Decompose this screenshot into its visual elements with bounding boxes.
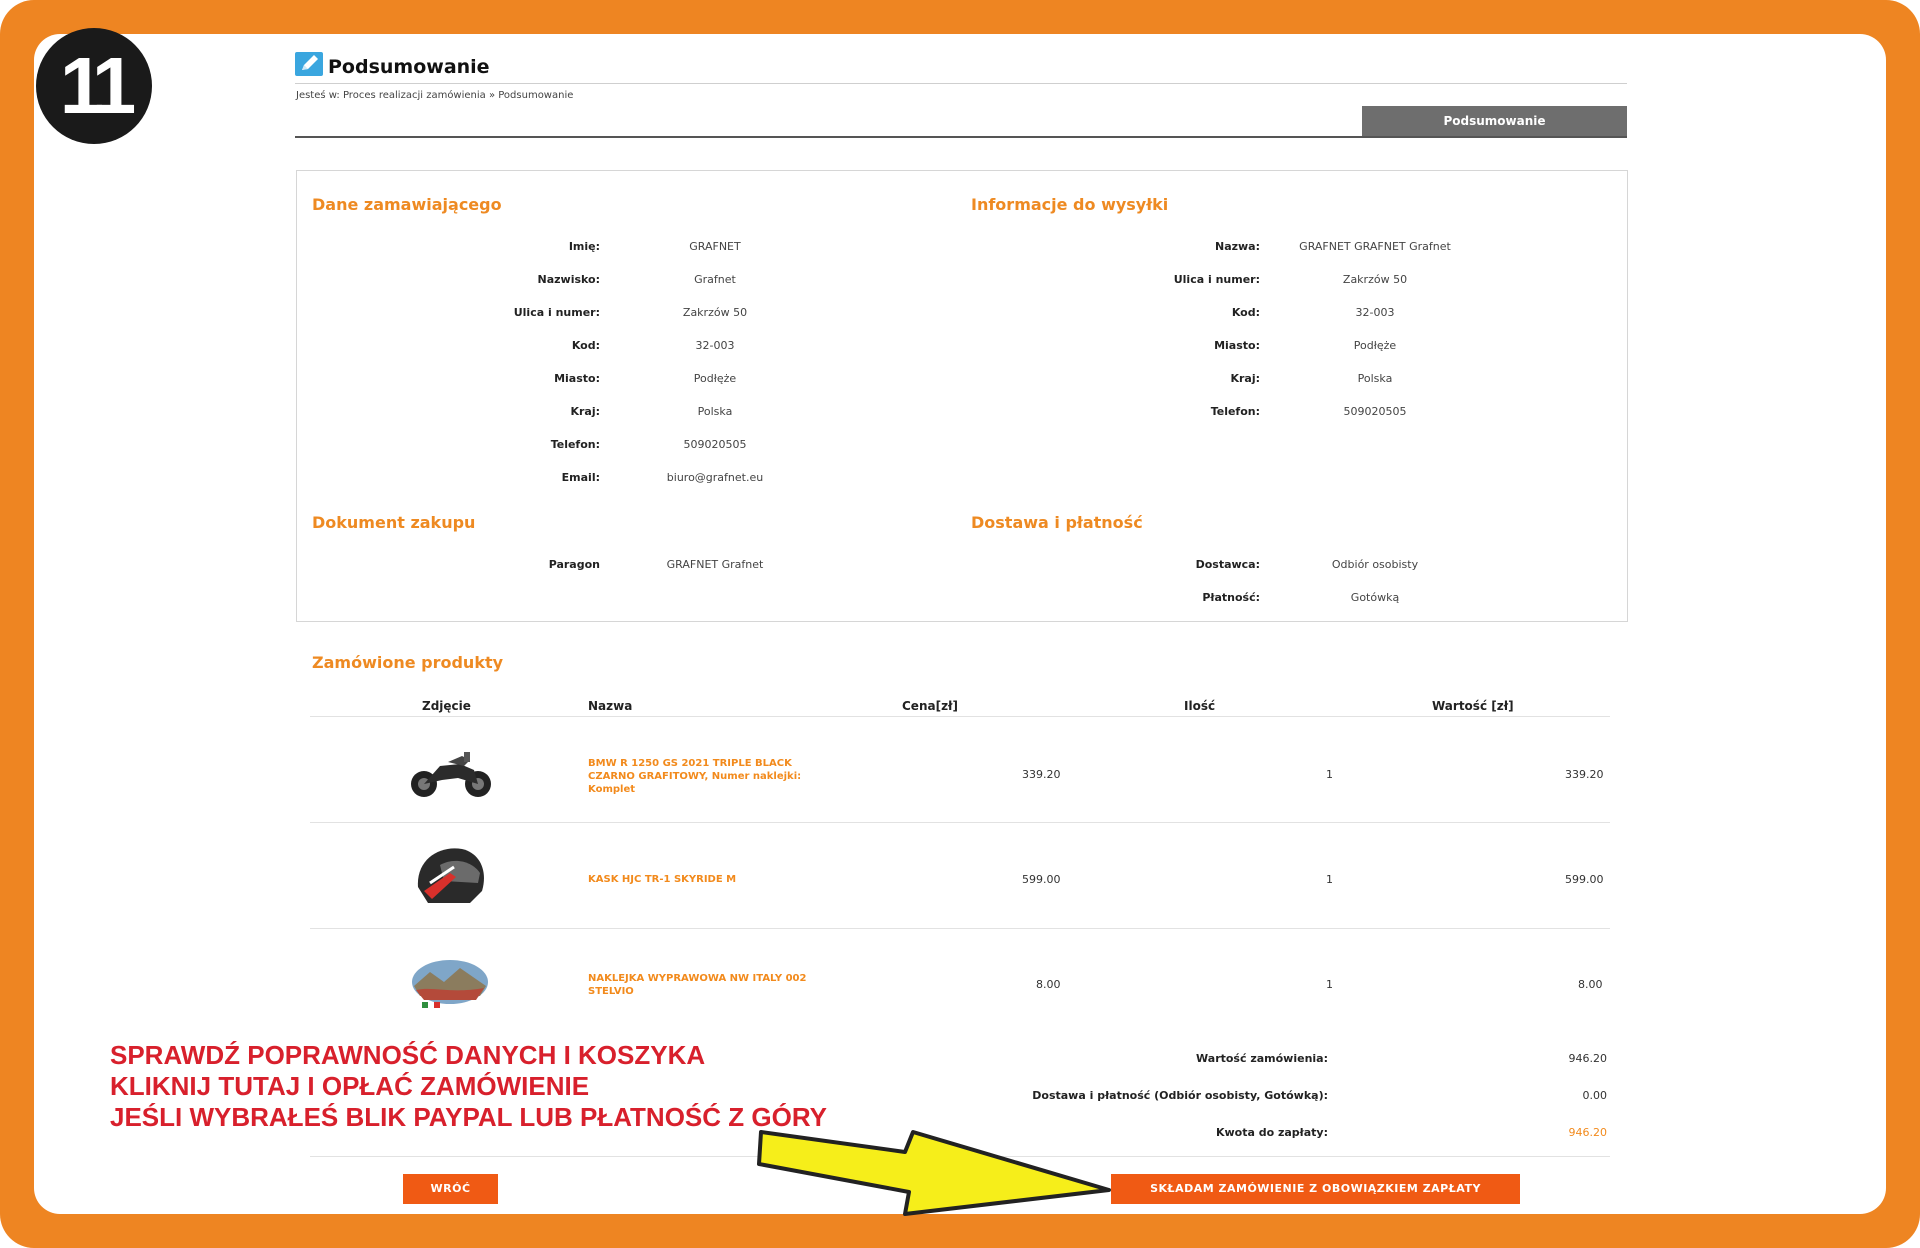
product-name-link[interactable]: NAKLEJKA WYPRAWOWA NW ITALY 002 STELVIO (588, 972, 818, 998)
order-value: 946.20 (1568, 1052, 1608, 1065)
delivery-cost-label: Dostawa i płatność (Odbiór osobisty, Got… (1032, 1089, 1328, 1102)
sticker-image (412, 960, 488, 1008)
shipping-field-label: Ulica i numer: (1173, 273, 1260, 286)
divider (295, 83, 1627, 84)
buyer-field-label: Ulica i numer: (513, 306, 600, 319)
buyer-field-label: Kod: (571, 339, 600, 352)
order-summary-box (296, 170, 1628, 622)
shipping-field-value: Zakrzów 50 (1342, 273, 1408, 286)
delivery-field-label: Płatność: (1202, 591, 1260, 604)
delivery-field-label: Dostawca: (1195, 558, 1260, 571)
column-header-photo: Zdjęcie (422, 699, 471, 713)
buyer-field-label: Telefon: (550, 438, 600, 451)
delivery-section-title: Dostawa i płatność (971, 513, 1143, 532)
pointer-arrow-icon (757, 1130, 1111, 1216)
shipping-field-value: 32-003 (1355, 306, 1395, 319)
document-field-label: Paragon (548, 558, 600, 571)
place-order-button[interactable]: SKŁADAM ZAMÓWIENIE Z OBOWIĄZKIEM ZAPŁATY (1111, 1174, 1520, 1204)
buyer-field-label: Email: (561, 471, 600, 484)
shipping-field-value: Podłęże (1353, 339, 1397, 352)
step-number-badge: 11 (36, 28, 152, 144)
helmet-image (417, 848, 484, 903)
shipping-field-label: Miasto: (1214, 339, 1260, 352)
divider (295, 136, 1627, 138)
shipping-field-value: GRAFNET GRAFNET Grafnet (1299, 240, 1451, 253)
buyer-field-value: 509020505 (683, 438, 747, 451)
shipping-field-value: 509020505 (1343, 405, 1407, 418)
shipping-field-label: Kod: (1231, 306, 1260, 319)
buyer-field-label: Kraj: (570, 405, 600, 418)
instruction-line: JEŚLI WYBRAŁEŚ BLIK PAYPAL LUB PŁATNOŚĆ … (110, 1102, 827, 1132)
instruction-line: KLIKNIJ TUTAJ I OPŁAĆ ZAMÓWIENIE (110, 1071, 590, 1101)
buyer-field-value: biuro@grafnet.eu (666, 471, 764, 484)
amount-to-pay: 946.20 (1568, 1126, 1608, 1139)
buyer-field-label: Nazwisko: (537, 273, 601, 286)
buyer-field-value: GRAFNET (689, 240, 741, 253)
delivery-field-value: Gotówką (1350, 591, 1400, 604)
product-price: 8.00 (1036, 978, 1061, 991)
buyer-section-title: Dane zamawiającego (312, 195, 502, 214)
shipping-field-label: Nazwa: (1214, 240, 1260, 253)
product-quantity: 1 (1326, 978, 1333, 991)
shipping-section-title: Informacje do wysyłki (971, 195, 1169, 214)
document-field-value: GRAFNET Grafnet (666, 558, 764, 571)
product-name-link[interactable]: BMW R 1250 GS 2021 TRIPLE BLACK CZARNO G… (588, 757, 818, 796)
buyer-field-value: Polska (697, 405, 733, 418)
product-value: 339.20 (1565, 768, 1604, 781)
buyer-field-label: Imię: (568, 240, 600, 253)
buyer-field-value: Podłęże (693, 372, 737, 385)
instruction-line: SPRAWDŹ POPRAWNOŚĆ DANYCH I KOSZYKA (110, 1040, 706, 1070)
product-name-link[interactable]: KASK HJC TR-1 SKYRIDE M (588, 873, 818, 886)
shipping-field-label: Telefon: (1210, 405, 1260, 418)
back-button[interactable]: WRÓĆ (403, 1174, 498, 1204)
column-header-value: Wartość [zł] (1432, 699, 1514, 713)
tab-summary[interactable]: Podsumowanie (1362, 106, 1627, 136)
instruction-text: SPRAWDŹ POPRAWNOŚĆ DANYCH I KOSZYKA KLIK… (110, 1040, 827, 1133)
buyer-field-value: Grafnet (694, 273, 736, 286)
product-price: 599.00 (1022, 873, 1061, 886)
product-price: 339.20 (1022, 768, 1061, 781)
shipping-field-value: Polska (1357, 372, 1393, 385)
shipping-field-label: Kraj: (1230, 372, 1260, 385)
divider (310, 822, 1610, 823)
order-value-label: Wartość zamówienia: (1196, 1052, 1328, 1065)
delivery-field-value: Odbiór osobisty (1331, 558, 1419, 571)
document-section-title: Dokument zakupu (312, 513, 476, 532)
divider (310, 716, 1610, 717)
column-header-name: Nazwa (588, 699, 633, 713)
product-value: 8.00 (1578, 978, 1603, 991)
breadcrumb: Jesteś w: Proces realizacji zamówienia »… (296, 90, 574, 101)
buyer-field-value: Zakrzów 50 (682, 306, 748, 319)
column-header-quantity: Ilość (1184, 699, 1216, 713)
product-value: 599.00 (1565, 873, 1604, 886)
product-quantity: 1 (1326, 873, 1333, 886)
page-title: Podsumowanie (328, 56, 490, 78)
edit-icon (295, 52, 323, 76)
buyer-field-label: Miasto: (554, 372, 600, 385)
delivery-cost: 0.00 (1582, 1089, 1608, 1102)
column-header-price: Cena[zł] (902, 699, 958, 713)
products-section-title: Zamówione produkty (312, 653, 504, 672)
divider (310, 928, 1610, 929)
product-quantity: 1 (1326, 768, 1333, 781)
motorcycle-image (411, 752, 491, 797)
buyer-field-value: 32-003 (695, 339, 735, 352)
